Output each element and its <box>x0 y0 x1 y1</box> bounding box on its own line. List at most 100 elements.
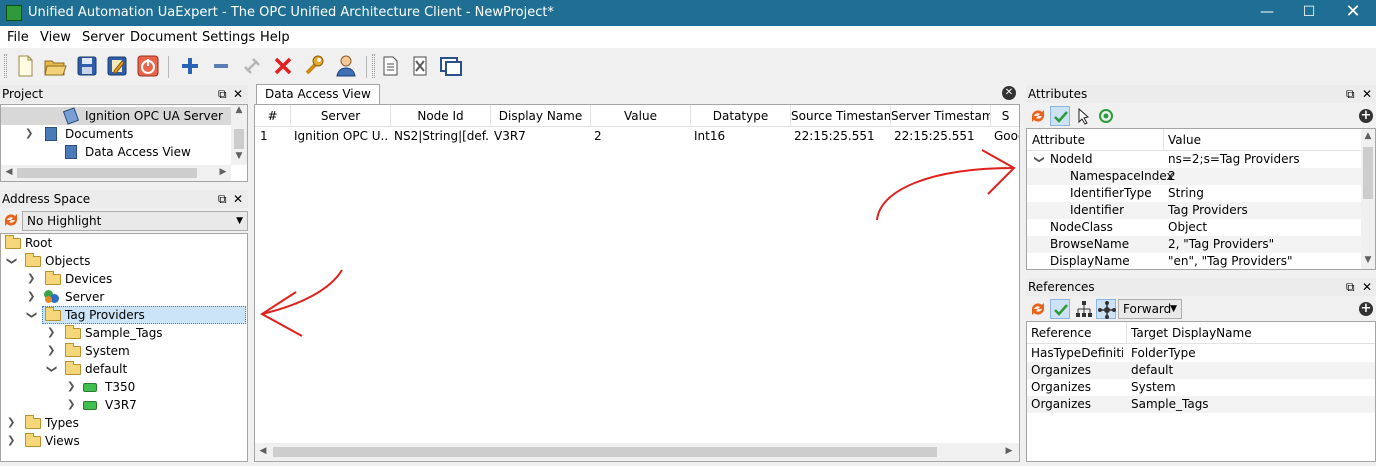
tree-node-tag-providers[interactable]: ❯ Tag Providers <box>1 306 247 324</box>
references-table[interactable]: Reference Target DisplayName HasTypeDefi… <box>1026 321 1376 462</box>
attributes-table[interactable]: Attribute Value ❯ NodeId ns=2;s=Tag Prov… <box>1026 128 1376 270</box>
chevron-right-icon[interactable]: ❯ <box>27 288 35 306</box>
attribute-row[interactable]: BrowseName 2, "Tag Providers" <box>1027 236 1361 253</box>
connect-icon[interactable] <box>239 53 265 79</box>
open-folder-icon[interactable] <box>42 53 68 79</box>
refresh-icon[interactable] <box>1 210 21 230</box>
direction-select[interactable]: Forward ▼ <box>1118 299 1182 319</box>
close-document-icon[interactable]: ✕ <box>1002 86 1016 100</box>
monitor-target-icon[interactable] <box>1096 106 1116 126</box>
project-item-documents[interactable]: ❯ Documents <box>1 125 231 143</box>
scroll-thumb[interactable] <box>273 447 937 457</box>
column-header[interactable]: Value <box>1168 133 1201 147</box>
menu-file[interactable]: File <box>7 30 29 45</box>
chevron-down-icon[interactable]: ❯ <box>22 311 40 319</box>
add-icon[interactable]: + <box>1359 302 1373 316</box>
close-panel-icon[interactable]: ✕ <box>1362 85 1372 103</box>
settings-wrench-icon[interactable] <box>301 53 327 79</box>
column-header[interactable]: Value <box>591 105 691 127</box>
window-icon[interactable] <box>438 53 464 79</box>
chevron-down-icon[interactable]: ❯ <box>25 125 33 143</box>
new-document-icon[interactable] <box>12 53 38 79</box>
close-panel-icon[interactable]: ✕ <box>233 190 243 208</box>
column-header[interactable]: Server Timestamp <box>891 105 991 127</box>
power-icon[interactable] <box>135 53 161 79</box>
chevron-right-icon[interactable]: ❯ <box>47 324 55 342</box>
close-panel-icon[interactable]: ✕ <box>233 85 243 103</box>
project-tree[interactable]: Ignition OPC UA Server ❯ Documents Data … <box>0 104 248 182</box>
hierarchy-icon[interactable] <box>1074 299 1094 319</box>
attributes-vscrollbar[interactable]: ▲ ▼ <box>1361 129 1375 269</box>
scroll-down-icon[interactable]: ▼ <box>231 151 247 161</box>
chevron-down-icon[interactable]: ❯ <box>2 257 20 265</box>
refresh-icon[interactable] <box>1028 106 1048 126</box>
menu-server[interactable]: Server <box>82 30 125 45</box>
table-row[interactable]: 1 Ignition OPC U... NS2|String|[def... V… <box>255 127 1019 145</box>
menu-document[interactable]: Document <box>130 30 197 45</box>
column-header[interactable]: Attribute <box>1032 133 1085 147</box>
scroll-down-icon[interactable]: ▼ <box>1361 255 1375 265</box>
scroll-left-icon[interactable]: ◀ <box>255 446 271 456</box>
attribute-row[interactable]: NamespaceIndex 2 <box>1027 168 1361 185</box>
user-icon[interactable] <box>333 53 359 79</box>
project-vscrollbar[interactable]: ▲ ▼ <box>231 105 247 165</box>
document-icon[interactable] <box>377 53 403 79</box>
scroll-thumb[interactable] <box>1363 147 1373 199</box>
float-panel-icon[interactable]: ⧉ <box>218 190 227 208</box>
scroll-thumb[interactable] <box>17 168 197 178</box>
chevron-right-icon[interactable]: ❯ <box>47 342 55 360</box>
attribute-row[interactable]: DisplayName "en", "Tag Providers" <box>1027 253 1361 269</box>
scroll-left-icon[interactable]: ◀ <box>1 167 17 177</box>
column-header[interactable]: Reference <box>1031 326 1091 340</box>
chevron-down-icon[interactable]: ❯ <box>42 365 60 373</box>
project-item-data-access-view[interactable]: Data Access View <box>1 143 231 161</box>
column-header[interactable]: Display Name <box>491 105 591 127</box>
reference-row[interactable]: Organizes Sample_Tags <box>1027 396 1375 413</box>
remove-document-icon[interactable] <box>407 53 433 79</box>
close-icon[interactable]: ✕ <box>1330 0 1376 26</box>
attribute-row[interactable]: IdentifierType String <box>1027 185 1361 202</box>
disconnect-icon[interactable] <box>270 53 296 79</box>
chevron-down-icon[interactable]: ❯ <box>1031 155 1048 163</box>
add-server-icon[interactable] <box>177 53 203 79</box>
minimize-icon[interactable]: — <box>1244 0 1290 26</box>
menu-settings[interactable]: Settings <box>202 30 255 45</box>
chevron-right-icon[interactable]: ❯ <box>7 414 15 432</box>
column-header[interactable]: Datatype <box>691 105 791 127</box>
project-item-server[interactable]: Ignition OPC UA Server <box>1 107 231 125</box>
column-header[interactable]: Target DisplayName <box>1131 326 1252 340</box>
tab-data-access-view[interactable]: Data Access View <box>256 84 380 104</box>
chevron-down-icon[interactable]: ▼ <box>236 212 243 230</box>
cell-value[interactable]: 2 <box>594 127 688 145</box>
scroll-right-icon[interactable]: ▶ <box>215 167 231 177</box>
menu-help[interactable]: Help <box>260 30 290 45</box>
attribute-row[interactable]: Identifier Tag Providers <box>1027 202 1361 219</box>
chevron-right-icon[interactable]: ❯ <box>27 270 35 288</box>
reference-row[interactable]: Organizes System <box>1027 379 1375 396</box>
maximize-icon[interactable]: ☐ <box>1286 0 1332 26</box>
save-icon[interactable] <box>74 53 100 79</box>
pointer-select-icon[interactable] <box>1074 106 1094 126</box>
column-header[interactable]: Node Id <box>391 105 491 127</box>
float-panel-icon[interactable]: ⧉ <box>1346 85 1355 103</box>
table-hscrollbar[interactable]: ◀ ▶ <box>255 443 1019 461</box>
scroll-up-icon[interactable]: ▲ <box>1361 131 1375 141</box>
column-header[interactable]: S <box>991 105 1019 127</box>
auto-update-checkmark-icon[interactable] <box>1050 106 1070 126</box>
address-space-tree[interactable]: Root ❯ Objects ❯ Devices ❯ Server ❯ Tag … <box>0 233 248 462</box>
float-panel-icon[interactable]: ⧉ <box>1346 278 1355 296</box>
column-header[interactable]: Server <box>291 105 391 127</box>
close-panel-icon[interactable]: ✕ <box>1362 278 1372 296</box>
refresh-icon[interactable] <box>1028 299 1048 319</box>
scroll-thumb[interactable] <box>234 129 244 149</box>
chevron-right-icon[interactable]: ❯ <box>67 378 75 396</box>
toolbar-grip[interactable] <box>4 54 7 78</box>
menu-view[interactable]: View <box>40 30 71 45</box>
add-icon[interactable]: + <box>1359 109 1373 123</box>
project-hscrollbar[interactable]: ◀ ▶ <box>1 165 231 181</box>
attribute-row[interactable]: ❯ NodeId ns=2;s=Tag Providers <box>1027 151 1361 168</box>
chevron-right-icon[interactable]: ❯ <box>67 396 75 414</box>
remove-server-icon[interactable] <box>208 53 234 79</box>
reference-row[interactable]: HasTypeDefiniti... FolderType <box>1027 345 1375 362</box>
scroll-right-icon[interactable]: ▶ <box>1001 446 1017 456</box>
